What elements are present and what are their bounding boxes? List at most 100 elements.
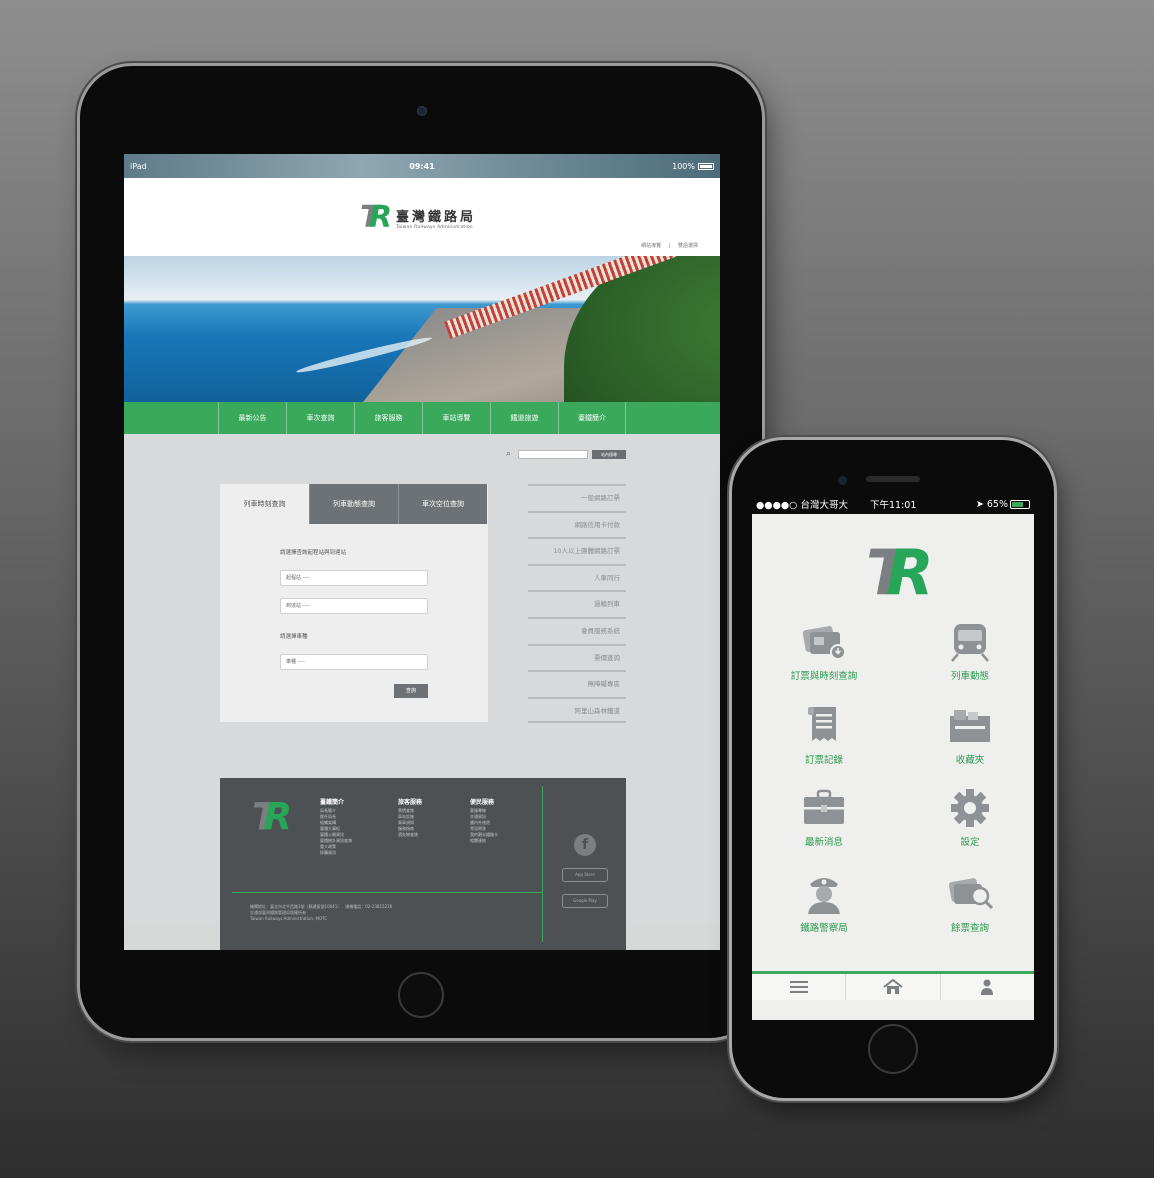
ipad-device: iPad 09:41 100% TR 臺灣鐵路局 Taiwan Railways… xyxy=(80,66,762,1038)
footer-col-service: 旅客服務 票價查詢 車站設施 乘車須知 服務指南 遺失物查詢 xyxy=(398,800,422,838)
menu-label: 列車動態 xyxy=(950,671,989,682)
to-station-field[interactable]: 到達站 ---- xyxy=(280,598,428,614)
footer-link[interactable]: 相關連結 xyxy=(470,838,498,844)
query-form: 請選擇查詢起程站與到達站 起程站 ---- 到達站 ---- 請選擇車種 車種 … xyxy=(220,524,488,722)
nav-about[interactable]: 臺鐵簡介 xyxy=(558,402,626,434)
ipad-camera xyxy=(417,106,427,116)
briefcase-icon xyxy=(804,789,844,824)
tab-timetable[interactable]: 列車時刻查詢 xyxy=(220,484,309,524)
iphone-device: ●●●●○ 台灣大哥大 下午11:01 ➤ 65% TR 訂票與時刻查詢 列車動… xyxy=(732,440,1054,1098)
footer-divider xyxy=(232,892,542,893)
side-link-item[interactable]: 票價查詢 xyxy=(528,643,626,671)
footer-col-title: 旅客服務 xyxy=(398,799,423,806)
side-link-item[interactable]: 阿里山森林鐵道 xyxy=(528,696,626,724)
app-logo-icon: TR xyxy=(866,536,934,609)
side-link-item[interactable]: 無障礙專區 xyxy=(528,670,626,697)
footer-english: Taiwan Railways Administration, MOTC xyxy=(250,916,328,921)
site-name-en: Taiwan Railways Administration xyxy=(396,225,473,230)
footer-col-title: 便民服務 xyxy=(470,799,495,806)
side-link-item[interactable]: 過輪列車 xyxy=(528,590,626,617)
phone-battery: ➤ 65% xyxy=(976,499,1030,510)
hero-banner xyxy=(124,256,720,402)
site-logo[interactable]: TR 臺灣鐵路局 Taiwan Railways Administration xyxy=(360,202,476,234)
type-prompt: 請選擇車種 xyxy=(280,634,308,640)
ipad-home-button[interactable] xyxy=(398,972,444,1018)
ipad-time: 09:41 xyxy=(409,161,435,171)
iphone-camera xyxy=(838,476,847,485)
query-submit-button[interactable]: 查詢 xyxy=(394,684,428,698)
footer-link[interactable]: 遺失物查詢 xyxy=(398,832,422,838)
from-station-field[interactable]: 起程站 ---- xyxy=(280,570,428,586)
train-type-field[interactable]: 車種 ---- xyxy=(280,654,428,670)
header-link-sitemap[interactable]: 網站導覽 xyxy=(641,243,661,249)
footer-logo-icon: TR xyxy=(252,795,293,840)
menu-train-status[interactable]: 列車動態 xyxy=(910,622,1030,692)
menu-icon xyxy=(789,981,808,993)
menu-remaining-tickets[interactable]: 餘票查詢 xyxy=(910,872,1030,942)
ipad-carrier: iPad xyxy=(130,161,147,171)
nav-station-guide[interactable]: 車站導覽 xyxy=(422,402,490,434)
menu-ticket-timetable[interactable]: 訂票與時刻查詢 xyxy=(764,622,884,692)
iphone-screen: ●●●●○ 台灣大哥大 下午11:01 ➤ 65% TR 訂票與時刻查詢 列車動… xyxy=(752,494,1034,1020)
header-link-language[interactable]: 雙語選擇 xyxy=(678,243,698,249)
nav-rail-travel[interactable]: 鐵道旅遊 xyxy=(490,402,558,434)
side-link-item[interactable]: 人車同行 xyxy=(528,563,626,591)
phone-carrier: ●●●●○ 台灣大哥大 xyxy=(756,500,848,511)
battery-icon xyxy=(1010,499,1030,509)
menu-label: 鐵路警察局 xyxy=(800,923,848,934)
tab-home[interactable] xyxy=(845,974,939,1000)
phone-status-bar: ●●●●○ 台灣大哥大 下午11:01 ➤ 65% xyxy=(752,494,1034,514)
site-footer: TR 臺鐵簡介 局長簡介 歷任局長 組織架構 臺鐵大事紀 臺鐵公開資訊 臺鐵統計… xyxy=(220,778,626,950)
footer-col-about-list: 臺鐵簡介 局長簡介 歷任局長 組織架構 臺鐵大事紀 臺鐵公開資訊 臺鐵統計資訊查… xyxy=(320,800,352,856)
query-panel: 列車時刻查詢 列車動態查詢 車次空位查詢 請選擇查詢起程站與到達站 起程站 --… xyxy=(220,484,488,722)
train-icon xyxy=(951,624,989,662)
google-play-badge[interactable]: Google Play xyxy=(562,894,608,908)
menu-railway-police[interactable]: 鐵路警察局 xyxy=(764,872,884,942)
nav-train-query[interactable]: 車次查詢 xyxy=(286,402,354,434)
site-name-zh: 臺灣鐵路局 xyxy=(396,210,477,225)
side-link-item[interactable]: 會員服務系統 xyxy=(528,616,626,644)
station-prompt: 請選擇查詢起程站與到達站 xyxy=(280,550,347,556)
app-store-badge[interactable]: App Store xyxy=(562,868,608,882)
query-tabs: 列車時刻查詢 列車動態查詢 車次空位查詢 xyxy=(220,484,488,524)
menu-label: 收藏夾 xyxy=(955,755,985,766)
ipad-screen: iPad 09:41 100% TR 臺灣鐵路局 Taiwan Railways… xyxy=(124,154,720,950)
menu-settings[interactable]: 設定 xyxy=(910,788,1030,858)
ipad-battery: 100% xyxy=(672,162,714,171)
side-link-item[interactable]: 10人以上團體網路訂票 xyxy=(528,537,626,564)
folder-icon xyxy=(950,710,990,742)
menu-label: 訂票與時刻查詢 xyxy=(790,671,858,682)
footer-vertical-divider xyxy=(542,786,543,942)
search-input[interactable] xyxy=(518,449,588,459)
search-button[interactable]: 站內搜尋 xyxy=(592,449,626,459)
ticket-icon xyxy=(802,626,846,660)
menu-label: 餘票查詢 xyxy=(950,923,989,934)
ipad-status-bar: iPad 09:41 100% xyxy=(124,154,720,178)
site-body: ⌕ 站內搜尋 列車時刻查詢 列車動態查詢 車次空位查詢 請選擇查詢起程站與到達站… xyxy=(124,434,720,950)
menu-booking-record[interactable]: 訂票記錄 xyxy=(764,706,884,776)
home-icon xyxy=(883,979,903,994)
footer-col-convenience: 便民服務 客服專線 交通資訊 國內外旅遊 常見問答 我的觀光鐵路卡 相關連結 xyxy=(470,800,498,844)
header-links: 網站導覽 | 雙語選擇 xyxy=(641,243,698,249)
phone-time: 下午11:01 xyxy=(870,500,917,511)
menu-label: 訂票記錄 xyxy=(804,755,843,766)
gear-icon xyxy=(951,789,989,827)
side-link-item[interactable]: 網路信用卡付款 xyxy=(528,510,626,538)
menu-latest-news[interactable]: 最新消息 xyxy=(764,788,884,858)
iphone-home-button[interactable] xyxy=(868,1024,918,1074)
tab-train-status[interactable]: 列車動態查詢 xyxy=(309,484,398,524)
tab-menu[interactable] xyxy=(752,974,845,1000)
nav-passenger-service[interactable]: 旅客服務 xyxy=(354,402,422,434)
tab-user[interactable] xyxy=(939,974,1034,1000)
nav-latest-news[interactable]: 最新公告 xyxy=(218,402,286,434)
ticket-search-icon xyxy=(948,878,994,910)
side-links: 一般網路訂票 網路信用卡付款 10人以上團體網路訂票 人車同行 過輪列車 會員服… xyxy=(528,484,626,724)
side-link-item[interactable]: 一般網路訂票 xyxy=(528,484,626,511)
footer-info: 機關地址：臺北市北平西路3號（郵遞區號10041）．總機電話：02-238152… xyxy=(250,904,392,922)
facebook-icon[interactable]: f xyxy=(574,834,596,856)
menu-favorites[interactable]: 收藏夾 xyxy=(910,706,1030,776)
battery-icon xyxy=(698,162,714,170)
tab-seat-availability[interactable]: 車次空位查詢 xyxy=(398,484,487,524)
user-icon xyxy=(981,979,994,995)
footer-link[interactable]: 採購資訊 xyxy=(320,850,352,856)
